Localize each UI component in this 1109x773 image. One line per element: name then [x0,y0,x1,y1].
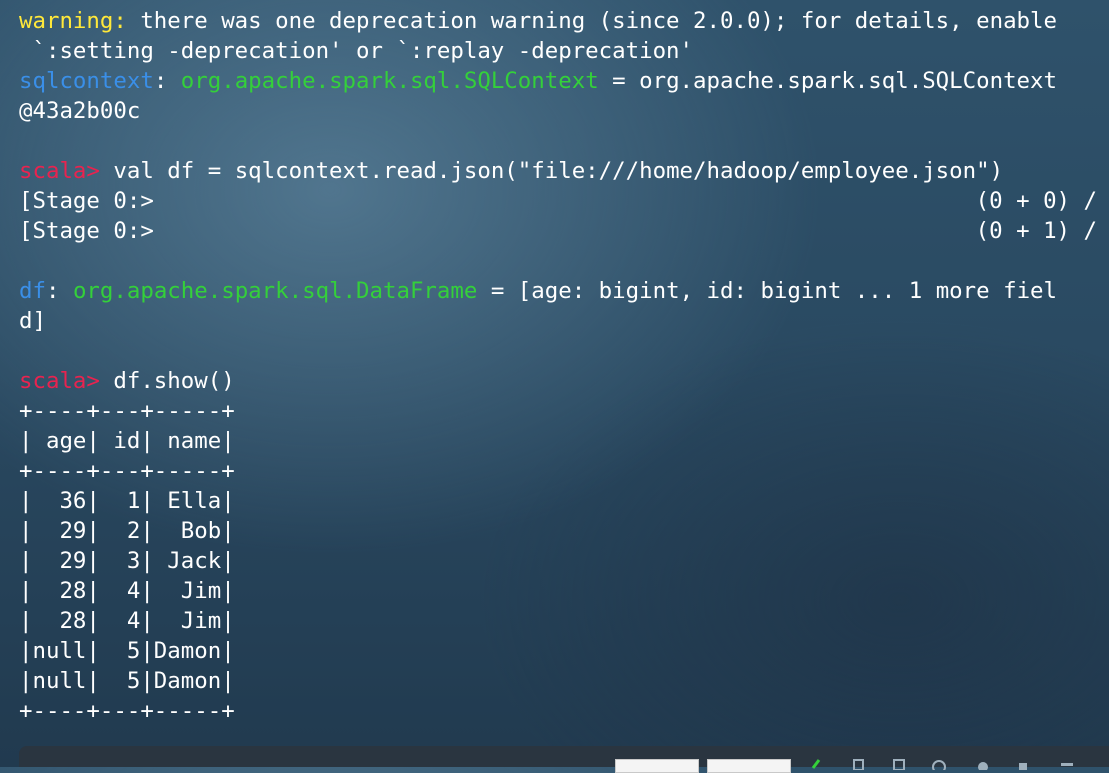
dataframe-schema: = [age: bigint, id: bigint ... 1 more fi… [477,278,1058,304]
sqlcontext-value: = org.apache.spark.sql.SQLContext [598,68,1058,94]
dataframe-line: df: org.apache.spark.sql.DataFrame = [ag… [19,276,1109,306]
stage-count-2: (0 + 1) / [975,218,1097,244]
sqlcontext-sep: : [153,68,181,94]
menu-icon[interactable] [1059,758,1075,770]
stage-label-2: [Stage 0:> [19,218,154,244]
warning-line: warning: there was one deprecation warni… [19,6,1109,36]
table-row: | 28| 4| Jim| [19,578,235,604]
command-text-1: val df = sqlcontext.read.json("file:///h… [99,158,1004,184]
table-border-top: +----+---+-----+ [19,398,235,424]
command-text-2: df.show() [99,368,235,394]
stage-label-1: [Stage 0:> [19,188,154,214]
command-line-1: scala> val df = sqlcontext.read.json("fi… [19,156,1109,186]
status-field-1[interactable] [615,759,699,773]
table-row: | 29| 2| Bob| [19,518,235,544]
status-field-2[interactable] [707,759,791,773]
globe-icon[interactable] [931,758,947,770]
save-icon[interactable] [891,758,907,770]
scala-prompt: scala> [19,158,100,184]
status-bar [19,746,1109,773]
warning-continuation: `:setting -deprecation' or `:replay -dep… [19,38,694,64]
warning-text: there was one deprecation warning (since… [126,8,1057,34]
table-row: | 29| 3| Jack| [19,548,235,574]
dataframe-name: df [19,278,46,304]
dataframe-continuation: d] [19,308,46,334]
sqlcontext-name: sqlcontext [19,68,154,94]
dataframe-type: org.apache.spark.sql.DataFrame [72,278,478,304]
sqlcontext-line: sqlcontext: org.apache.spark.sql.SQLCont… [19,66,1109,96]
stage-progress-2: [Stage 0:> (0 + 1) / [19,216,1109,246]
sqlcontext-type: org.apache.spark.sql.SQLContext [180,68,599,94]
table-row: | 28| 4| Jim| [19,608,235,634]
terminal-output[interactable]: warning: there was one deprecation warni… [19,6,1109,726]
copy-icon[interactable] [851,758,867,770]
table-header: | age| id| name| [19,428,235,454]
warning-prefix: warning: [19,8,127,34]
table-row: |null| 5|Damon| [19,638,235,664]
gear-icon[interactable] [975,758,991,770]
command-line-2: scala> df.show() [19,366,1109,396]
check-icon[interactable] [811,758,827,770]
table-border-bottom: +----+---+-----+ [19,698,235,724]
stage-count-1: (0 + 0) / [975,188,1097,214]
table-row: | 36| 1| Ella| [19,488,235,514]
lock-icon[interactable] [1015,758,1031,770]
sqlcontext-address: @43a2b00c [19,98,141,124]
table-border-mid: +----+---+-----+ [19,458,235,484]
scala-prompt: scala> [19,368,100,394]
dataframe-sep: : [45,278,73,304]
stage-progress-1: [Stage 0:> (0 + 0) / [19,186,1109,216]
table-row: |null| 5|Damon| [19,668,235,694]
